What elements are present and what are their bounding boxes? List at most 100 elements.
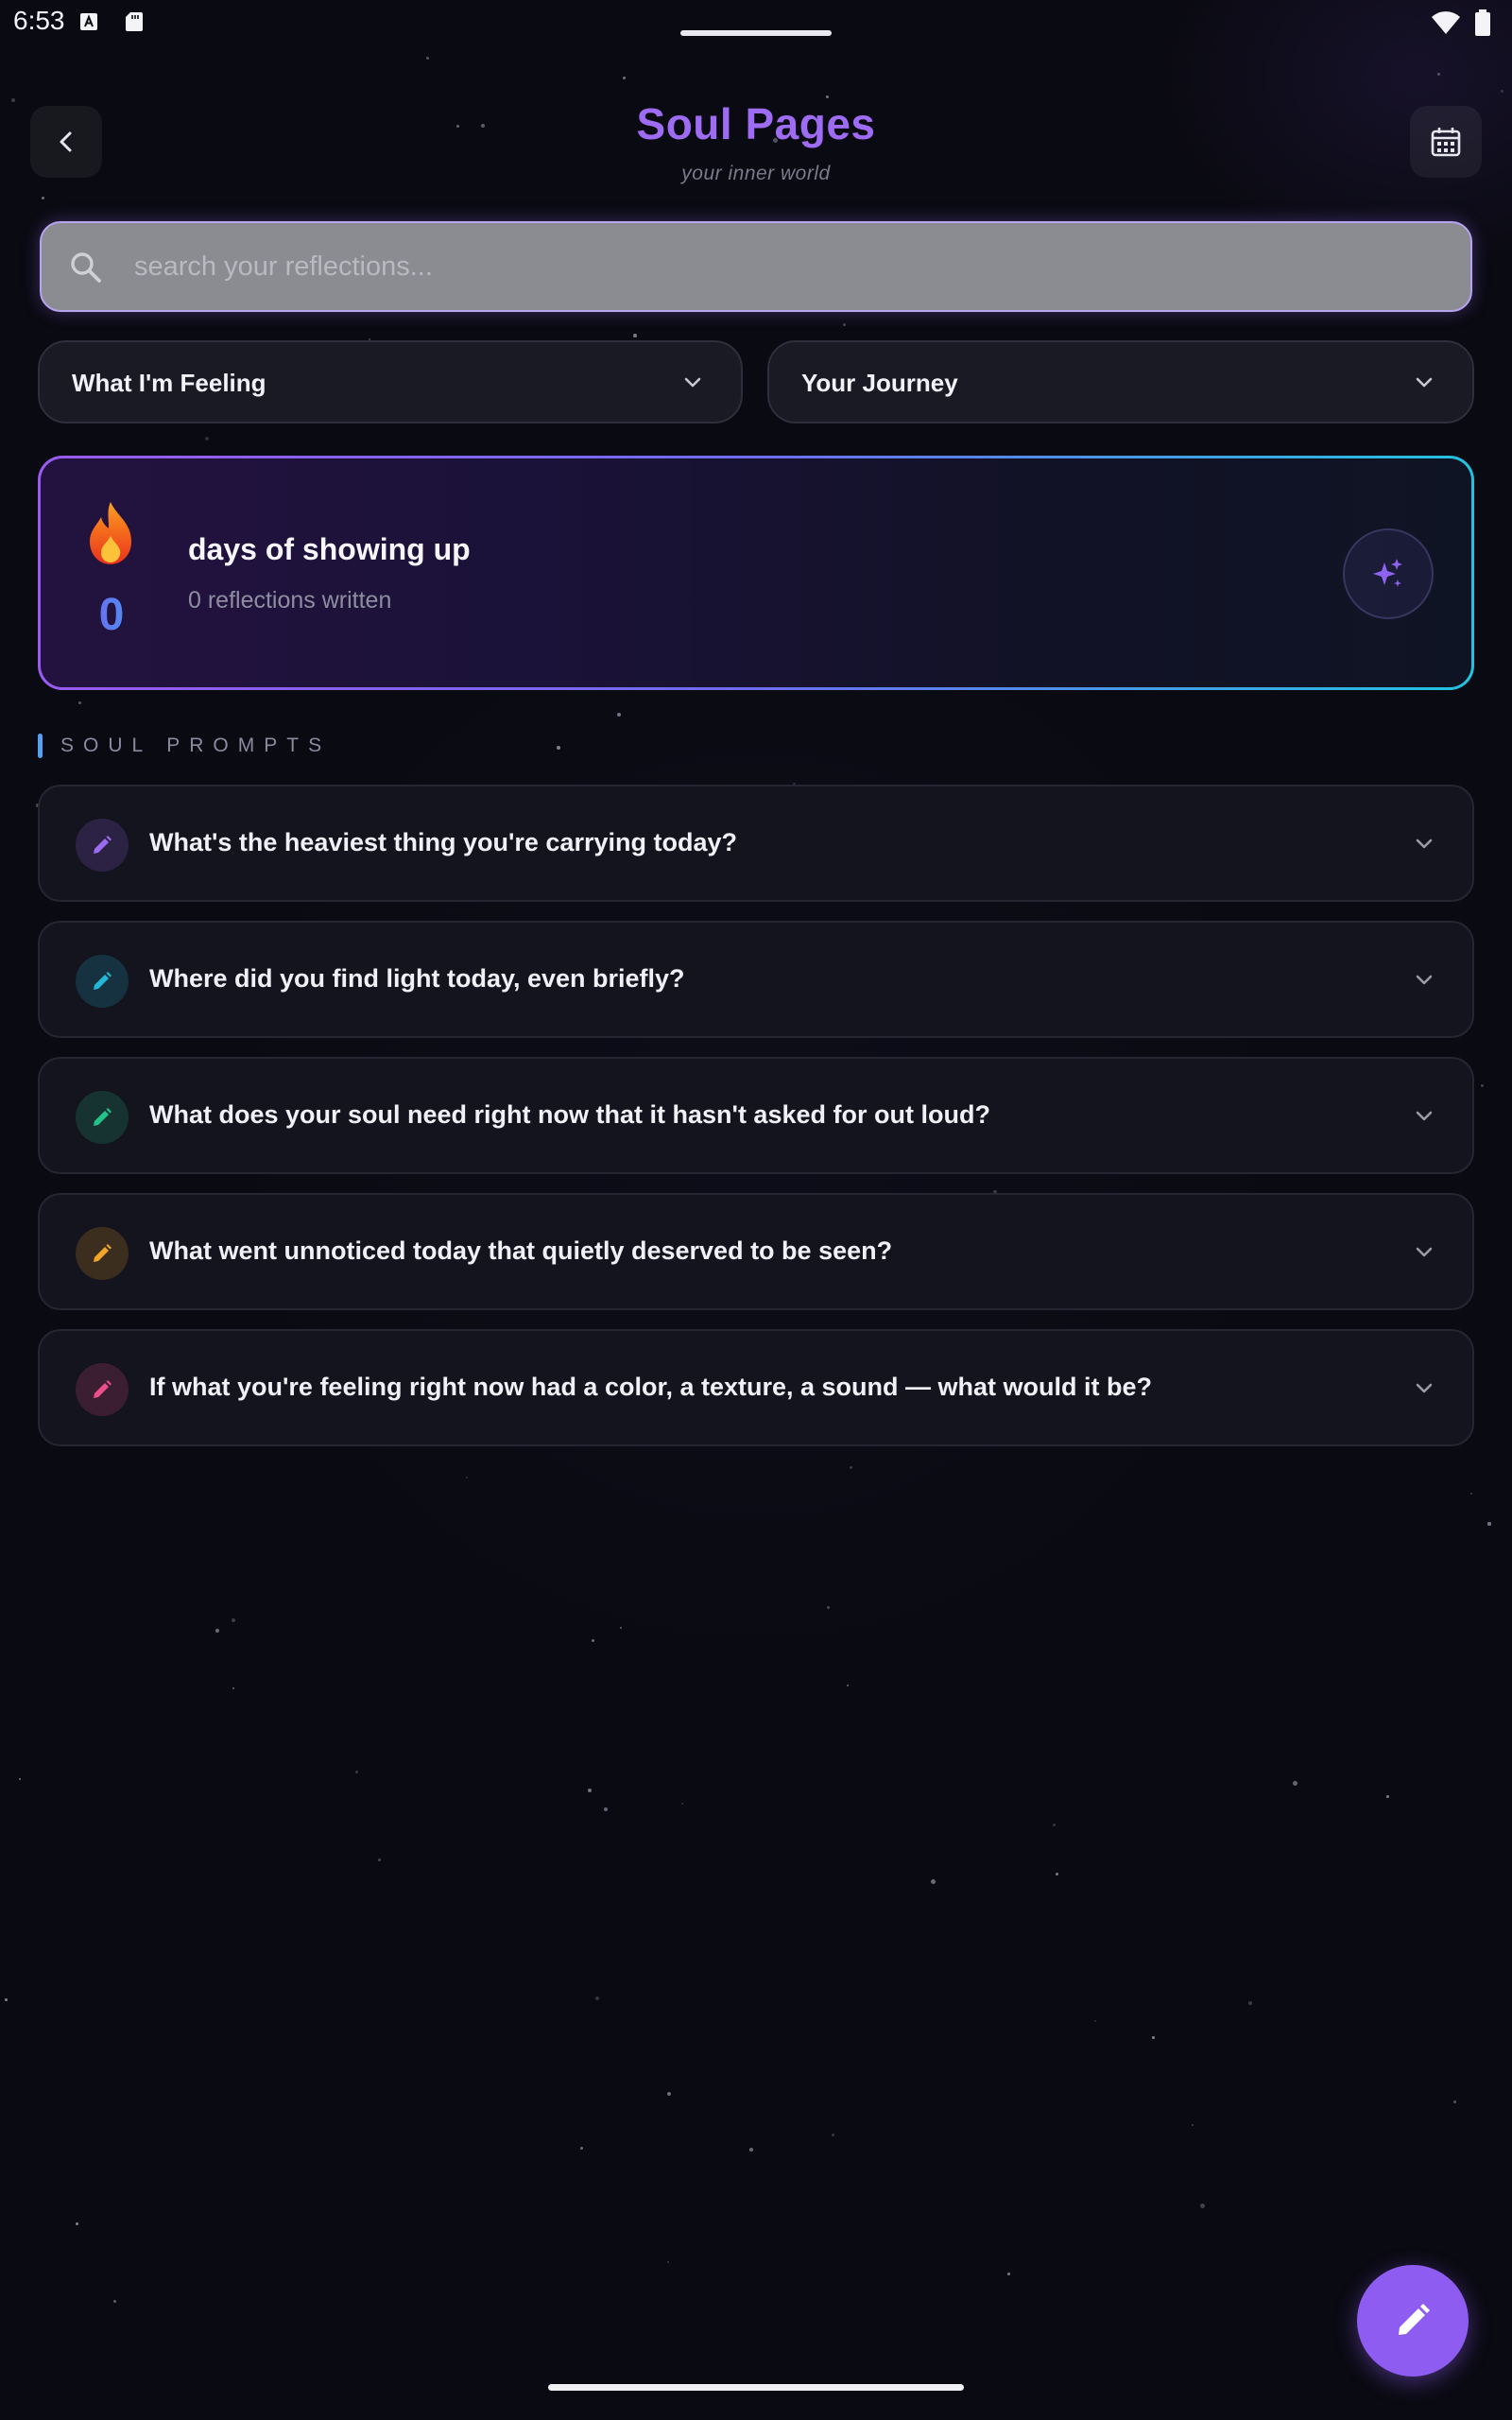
- sparkles-icon: [1373, 559, 1402, 587]
- chevron-down-icon: [1416, 377, 1433, 388]
- search-icon: [71, 252, 101, 283]
- star: [466, 1477, 468, 1478]
- star: [592, 1639, 594, 1642]
- search-bar[interactable]: [40, 221, 1472, 312]
- prompt-pencil-badge: [76, 1363, 129, 1416]
- star: [232, 1618, 235, 1622]
- star: [1200, 2204, 1205, 2208]
- star: [931, 1879, 936, 1884]
- star: [588, 1789, 592, 1792]
- star: [215, 1629, 219, 1633]
- star: [1053, 1824, 1056, 1826]
- prompt-pencil-badge: [76, 1091, 129, 1144]
- prompt-question: If what you're feeling right now had a c…: [149, 1373, 1153, 1401]
- pencil-icon: [94, 1380, 112, 1398]
- star: [843, 323, 846, 326]
- flame-icon: [90, 502, 131, 564]
- search-input[interactable]: [134, 223, 1448, 310]
- chevron-down-icon: [1416, 1383, 1433, 1393]
- star: [832, 2134, 834, 2136]
- section-accent-bar: [38, 734, 43, 758]
- star: [604, 1807, 608, 1811]
- star: [1192, 2124, 1194, 2126]
- prompt-question: What does your soul need right now that …: [149, 1100, 990, 1129]
- star: [1293, 1781, 1297, 1786]
- feeling-filter-dropdown[interactable]: What I'm Feeling: [38, 340, 743, 424]
- star: [557, 746, 560, 750]
- calendar-button[interactable]: [1410, 106, 1482, 178]
- section-heading: SOUL PROMPTS: [60, 735, 332, 756]
- star: [1470, 1493, 1472, 1495]
- star: [850, 1466, 852, 1469]
- wifi-icon: [1432, 11, 1460, 34]
- prompt-item[interactable]: What went unnoticed today that quietly d…: [38, 1193, 1474, 1310]
- streak-title: days of showing up: [188, 532, 471, 566]
- star: [623, 77, 626, 79]
- journey-filter-dropdown[interactable]: Your Journey: [767, 340, 1474, 424]
- calendar-icon: [1431, 128, 1461, 157]
- chevron-down-icon: [1416, 1247, 1433, 1257]
- reflections-count: 0 reflections written: [188, 587, 392, 614]
- pencil-icon: [94, 972, 112, 990]
- star: [1007, 2273, 1010, 2275]
- page-subtitle: your inner world: [681, 163, 831, 184]
- star: [1487, 1522, 1491, 1526]
- star: [378, 1858, 381, 1861]
- page-title: Soul Pages: [636, 99, 876, 148]
- chevron-down-icon: [684, 377, 701, 388]
- prompt-pencil-badge: [76, 1227, 129, 1280]
- star: [113, 2300, 116, 2303]
- new-reflection-button[interactable]: [1357, 2265, 1469, 2377]
- prompt-item[interactable]: What's the heaviest thing you're carryin…: [38, 785, 1474, 902]
- star: [620, 1627, 622, 1629]
- prompt-item[interactable]: If what you're feeling right now had a c…: [38, 1329, 1474, 1446]
- star: [1501, 90, 1503, 93]
- star: [5, 1998, 8, 2001]
- battery-icon: [1475, 9, 1490, 36]
- star: [681, 1803, 683, 1805]
- streak-count: 0: [78, 589, 145, 641]
- streak-card: 0 days of showing up 0 reflections writt…: [38, 456, 1474, 690]
- star: [847, 1685, 849, 1686]
- star: [1094, 2020, 1096, 2022]
- star: [580, 2147, 583, 2150]
- star: [667, 2261, 669, 2263]
- chevron-down-icon: [1416, 975, 1433, 985]
- star: [1152, 2036, 1155, 2039]
- prompt-question: What's the heaviest thing you're carryin…: [149, 828, 737, 856]
- star: [1248, 2001, 1252, 2005]
- journey-filter-label: Your Journey: [801, 369, 958, 397]
- insights-button[interactable]: [1343, 528, 1434, 619]
- prompt-item[interactable]: What does your soul need right now that …: [38, 1057, 1474, 1174]
- star: [205, 437, 209, 441]
- prompt-item[interactable]: Where did you find light today, even bri…: [38, 921, 1474, 1038]
- top-drag-handle: [680, 30, 832, 36]
- star: [232, 1687, 234, 1689]
- chevron-down-icon: [1416, 1111, 1433, 1121]
- star: [749, 2148, 753, 2152]
- star: [1056, 1873, 1058, 1876]
- star: [617, 713, 621, 717]
- keyboard-notification-icon: [80, 13, 97, 30]
- star: [633, 334, 637, 337]
- star: [667, 2092, 671, 2096]
- feeling-filter-label: What I'm Feeling: [72, 369, 266, 397]
- star: [355, 1771, 358, 1773]
- pencil-icon: [94, 1108, 112, 1126]
- prompt-question: What went unnoticed today that quietly d…: [149, 1236, 893, 1265]
- star: [76, 2222, 78, 2225]
- star: [19, 1778, 21, 1780]
- star: [42, 197, 44, 199]
- star: [1386, 1795, 1389, 1798]
- star: [595, 1996, 599, 2000]
- pencil-icon: [94, 1244, 112, 1262]
- status-time: 6:53: [13, 6, 65, 35]
- star: [1453, 2100, 1456, 2103]
- star: [1481, 1084, 1484, 1087]
- star: [827, 1606, 830, 1609]
- star: [426, 57, 429, 60]
- status-bar: 6:53: [0, 0, 1512, 47]
- chevron-down-icon: [1416, 838, 1433, 849]
- pencil-icon: [1399, 2304, 1430, 2335]
- prompt-pencil-badge: [76, 819, 129, 872]
